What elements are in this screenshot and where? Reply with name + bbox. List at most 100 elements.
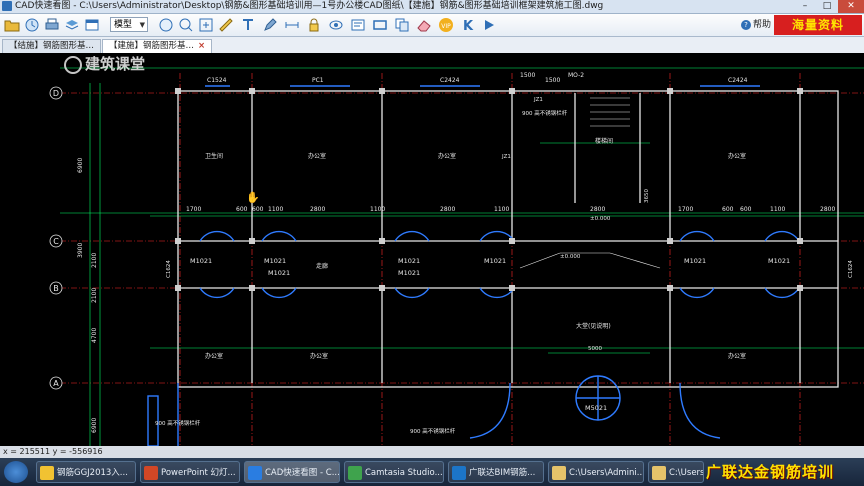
- dim-label: 600: [722, 206, 734, 213]
- dim-label: 6900: [91, 418, 98, 433]
- dim-label: 2100: [91, 288, 98, 303]
- axis-label-d: D: [53, 89, 59, 98]
- title-bar: CAD快速看图 - C:\Users\Administrator\Desktop…: [0, 0, 864, 14]
- dim-label: 1100: [370, 206, 385, 213]
- door-label: M1021: [398, 257, 420, 265]
- door-label: M1021: [768, 257, 790, 265]
- dimension-icon[interactable]: [284, 17, 300, 33]
- dim-label: 1500: [520, 72, 535, 79]
- layers-icon[interactable]: [64, 17, 80, 33]
- tab-architecture[interactable]: 【建施】钢筋图形基… ×: [102, 39, 213, 53]
- zoom-extents-icon[interactable]: [198, 17, 214, 33]
- axis-label-c: C: [53, 237, 59, 246]
- dim-label: 1100: [770, 206, 785, 213]
- room-label: 办公室: [728, 152, 746, 160]
- room-label: 办公室: [438, 152, 456, 160]
- powerpoint-icon: [144, 465, 158, 480]
- svg-text:VIP: VIP: [441, 23, 451, 30]
- document-tab-bar: 【结施】钢筋图形基… 【建施】钢筋图形基… ×: [0, 37, 864, 54]
- lock-icon[interactable]: [306, 17, 322, 33]
- dim-label: 2800: [590, 206, 605, 213]
- taskbar-item[interactable]: 广联达BIM钢筋...: [448, 461, 544, 483]
- glodon-icon: [452, 465, 466, 480]
- taskbar-item[interactable]: PowerPoint 幻灯...: [140, 461, 240, 483]
- mouse-cursor-icon: ✋: [246, 191, 260, 204]
- k-icon[interactable]: K: [460, 17, 476, 33]
- model-select[interactable]: 模型 ▼: [110, 17, 148, 32]
- maximize-button[interactable]: □: [816, 0, 838, 13]
- pan-icon[interactable]: [158, 17, 174, 33]
- eye-icon[interactable]: [328, 17, 344, 33]
- dim-label: C2424: [440, 77, 460, 84]
- note-label: 900 高不锈钢栏杆: [410, 427, 456, 435]
- note-label: C1624: [166, 260, 172, 278]
- copy-icon[interactable]: [394, 17, 410, 33]
- dim-label: MO-2: [568, 72, 584, 79]
- dim-label: 600: [236, 206, 248, 213]
- note-label: 5000: [588, 346, 602, 352]
- rectangle-icon[interactable]: [372, 17, 388, 33]
- cad-icon: [248, 465, 262, 480]
- room-label: 办公室: [205, 352, 223, 360]
- room-label: 办公室: [308, 152, 326, 160]
- arrow-icon[interactable]: [482, 17, 498, 33]
- zoom-in-icon[interactable]: [178, 17, 194, 33]
- window-controls: – □ ✕: [794, 0, 864, 13]
- close-tab-icon[interactable]: ×: [198, 41, 205, 51]
- tab-structure[interactable]: 【结施】钢筋图形基…: [2, 39, 102, 53]
- promo-banner[interactable]: 海量资料: [774, 15, 862, 35]
- taskbar-item[interactable]: 钢筋GGJ2013入...: [36, 461, 136, 483]
- door-label: M1021: [264, 257, 286, 265]
- axis-label-a: A: [53, 379, 59, 388]
- tray-watermark-text: 广联达金钢筋培训: [706, 463, 835, 481]
- door-label: M1021: [484, 257, 506, 265]
- note-label: ±0.000: [590, 216, 611, 222]
- zoom-window-icon[interactable]: [84, 17, 100, 33]
- open-folder-icon[interactable]: [4, 17, 20, 33]
- room-label: 走廊: [316, 262, 328, 270]
- taskbar-item[interactable]: C:\Users\Admini...: [548, 461, 644, 483]
- dim-label: 2100: [91, 253, 98, 268]
- camtasia-icon: [348, 465, 362, 480]
- print-icon[interactable]: [44, 17, 60, 33]
- dim-label: 1100: [494, 206, 509, 213]
- window-title: CAD快速看图 - C:\Users\Administrator\Desktop…: [15, 1, 604, 11]
- vip-icon[interactable]: VIP: [438, 17, 454, 33]
- measure-icon[interactable]: [218, 17, 234, 33]
- start-button[interactable]: [4, 461, 28, 483]
- pen-icon[interactable]: [262, 17, 278, 33]
- room-label: 楼梯间: [595, 137, 613, 145]
- dim-label: 2800: [820, 206, 835, 213]
- note-label: 900 高不锈钢栏杆: [155, 419, 201, 427]
- note-label: 3650: [644, 189, 650, 203]
- note-label: ±0.000: [560, 254, 581, 260]
- text-edit-icon[interactable]: [350, 17, 366, 33]
- erase-icon[interactable]: [416, 17, 432, 33]
- minimize-button[interactable]: –: [794, 0, 816, 13]
- door-label: M1021: [190, 257, 212, 265]
- note-label: 900 高不锈钢栏杆: [522, 109, 568, 117]
- door-label: M1021: [268, 269, 290, 277]
- main-toolbar: 模型 ▼ VIP K ? 帮助: [0, 14, 864, 37]
- note-label: C1624: [848, 260, 854, 278]
- dim-label: 6900: [77, 158, 84, 173]
- close-window-button[interactable]: ✕: [838, 0, 864, 13]
- dim-label: 1700: [186, 206, 201, 213]
- cad-drawing-canvas[interactable]: D C B A C1524 PC1 C2424 1500 1500 MO-2 C…: [0, 53, 864, 446]
- dim-label: 2800: [310, 206, 325, 213]
- recent-icon[interactable]: [24, 17, 40, 33]
- help-button[interactable]: ? 帮助: [741, 17, 771, 33]
- dim-label: PC1: [312, 77, 324, 84]
- taskbar-item[interactable]: CAD快速看图 - C...: [244, 461, 340, 483]
- dim-label: 1500: [545, 77, 560, 84]
- watermark-icon: [64, 55, 82, 74]
- taskbar-item[interactable]: C:\Users\Admini...: [648, 461, 704, 483]
- taskbar-item[interactable]: Camtasia Studio...: [344, 461, 444, 483]
- text-icon[interactable]: [240, 17, 256, 33]
- note-label: JZ1: [533, 97, 543, 103]
- door-label: M5021: [585, 404, 607, 412]
- room-label: 大堂(见说明): [576, 322, 611, 330]
- dim-label: C2424: [728, 77, 748, 84]
- floor-plan-drawing: D C B A C1524 PC1 C2424 1500 1500 MO-2 C…: [49, 67, 864, 446]
- coordinate-readout: x = 215511 y = -556916: [0, 446, 864, 458]
